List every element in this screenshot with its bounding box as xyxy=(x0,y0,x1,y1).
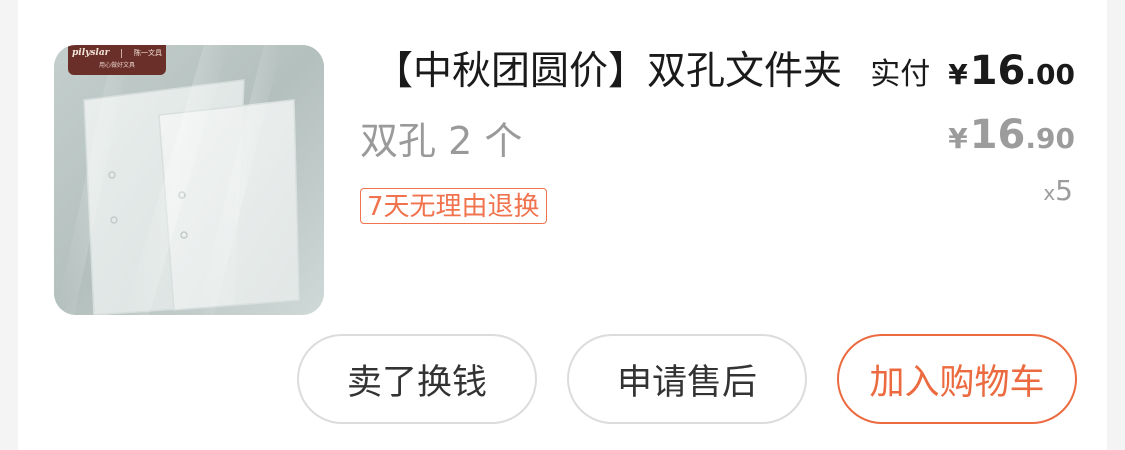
order-item-card: pilyslar 陈一文具 用心做好文具 【中秋团圆价】双孔文件夹 实付 ¥ 1… xyxy=(18,0,1107,450)
brand-logo-slogan: 用心做好文具 xyxy=(98,62,135,69)
product-title[interactable]: 【中秋团圆价】双孔文件夹 xyxy=(374,44,852,100)
product-spec: 双孔 2 个 xyxy=(360,119,523,163)
after-sales-button[interactable]: 申请售后 xyxy=(567,334,807,424)
return-policy-badge: 7天无理由退换 xyxy=(360,188,547,224)
brand-logo: pilyslar 陈一文具 用心做好文具 xyxy=(68,45,166,75)
add-to-cart-button[interactable]: 加入购物车 xyxy=(837,334,1077,424)
brand-logo-text: pilyslar xyxy=(72,48,110,58)
original-amount-dec: .90 xyxy=(1025,122,1075,155)
original-amount-int: 16 xyxy=(969,112,1026,158)
quantity-count: 5 xyxy=(1055,174,1073,207)
logo-divider xyxy=(121,49,123,58)
paid-price: 实付 ¥ 16 .00 xyxy=(870,48,1075,96)
brand-logo-cn: 陈一文具 xyxy=(133,49,162,57)
paid-amount-dec: .00 xyxy=(1025,58,1075,91)
product-image[interactable]: pilyslar 陈一文具 用心做好文具 xyxy=(54,45,324,315)
paid-currency: ¥ xyxy=(948,58,968,91)
original-currency: ¥ xyxy=(948,122,968,155)
original-price: ¥ 16 .90 xyxy=(948,112,1075,158)
binder-folder-illustration xyxy=(54,45,324,315)
sell-button[interactable]: 卖了换钱 xyxy=(297,334,537,424)
quantity-prefix: x xyxy=(1043,181,1056,205)
paid-amount-int: 16 xyxy=(969,48,1026,94)
quantity: x 5 xyxy=(1043,174,1073,207)
paid-label: 实付 xyxy=(870,57,931,92)
